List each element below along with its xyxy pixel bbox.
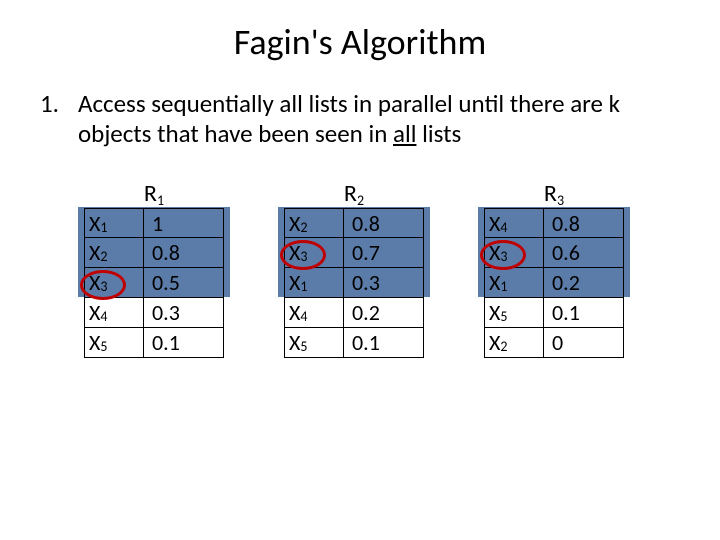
object-id-cell: X1 bbox=[84, 208, 144, 238]
ranked-list: R3X40.8X30.6X10.2X50.1X20 bbox=[484, 179, 624, 358]
table-row: X50.1 bbox=[84, 328, 224, 358]
table-row: X50.1 bbox=[284, 328, 424, 358]
step-description: 1. Access sequentially all lists in para… bbox=[40, 89, 680, 149]
body-k: k bbox=[609, 88, 620, 119]
body-all: all bbox=[393, 118, 416, 149]
object-id-cell: X1 bbox=[484, 268, 544, 298]
object-id-cell: X5 bbox=[284, 328, 344, 358]
score-cell: 0.3 bbox=[144, 298, 224, 328]
table-row: X20.8 bbox=[84, 238, 224, 268]
object-id-cell: X3 bbox=[84, 268, 144, 298]
table-row: X10.2 bbox=[484, 268, 624, 298]
object-id-cell: X3 bbox=[284, 238, 344, 268]
tables-container: R1X11X20.8X30.5X40.3X50.1R2X20.8X30.7X10… bbox=[40, 179, 680, 358]
list-title: R2 bbox=[284, 179, 424, 208]
slide: Fagin's Algorithm 1. Access sequentially… bbox=[0, 0, 720, 378]
object-id-cell: X5 bbox=[84, 328, 144, 358]
table-row: X50.1 bbox=[484, 298, 624, 328]
score-cell: 0.1 bbox=[144, 328, 224, 358]
step-text: Access sequentially all lists in paralle… bbox=[78, 89, 680, 149]
object-id-cell: X4 bbox=[84, 298, 144, 328]
object-id-cell: X2 bbox=[284, 208, 344, 238]
body-suffix: lists bbox=[416, 118, 461, 149]
ranked-list: R2X20.8X30.7X10.3X40.2X50.1 bbox=[284, 179, 424, 358]
object-id-cell: X3 bbox=[484, 238, 544, 268]
score-cell: 0.7 bbox=[344, 238, 424, 268]
page-title: Fagin's Algorithm bbox=[40, 20, 680, 64]
table-row: X30.5 bbox=[84, 268, 224, 298]
table-row: X20.8 bbox=[284, 208, 424, 238]
score-cell: 0.8 bbox=[544, 208, 624, 238]
table-row: X11 bbox=[84, 208, 224, 238]
score-cell: 0.6 bbox=[544, 238, 624, 268]
table-row: X40.3 bbox=[84, 298, 224, 328]
object-id-cell: X5 bbox=[484, 298, 544, 328]
ranked-list: R1X11X20.8X30.5X40.3X50.1 bbox=[84, 179, 224, 358]
score-cell: 0.1 bbox=[544, 298, 624, 328]
table-row: X30.6 bbox=[484, 238, 624, 268]
score-cell: 0.5 bbox=[144, 268, 224, 298]
score-cell: 0.2 bbox=[544, 268, 624, 298]
object-id-cell: X1 bbox=[284, 268, 344, 298]
table-row: X40.2 bbox=[284, 298, 424, 328]
list-title: R1 bbox=[84, 179, 224, 208]
score-cell: 0.1 bbox=[344, 328, 424, 358]
score-cell: 0.2 bbox=[344, 298, 424, 328]
object-id-cell: X4 bbox=[284, 298, 344, 328]
score-cell: 0.3 bbox=[344, 268, 424, 298]
object-id-cell: X2 bbox=[84, 238, 144, 268]
score-cell: 0 bbox=[544, 328, 624, 358]
object-id-cell: X2 bbox=[484, 328, 544, 358]
score-cell: 1 bbox=[144, 208, 224, 238]
table-row: X20 bbox=[484, 328, 624, 358]
table-row: X30.7 bbox=[284, 238, 424, 268]
body-prefix: Access sequentially all lists in paralle… bbox=[78, 88, 609, 119]
score-cell: 0.8 bbox=[344, 208, 424, 238]
table-row: X10.3 bbox=[284, 268, 424, 298]
step-number: 1. bbox=[40, 89, 78, 149]
table-row: X40.8 bbox=[484, 208, 624, 238]
score-cell: 0.8 bbox=[144, 238, 224, 268]
body-mid: objects that have been seen in bbox=[78, 118, 393, 149]
list-title: R3 bbox=[484, 179, 624, 208]
object-id-cell: X4 bbox=[484, 208, 544, 238]
